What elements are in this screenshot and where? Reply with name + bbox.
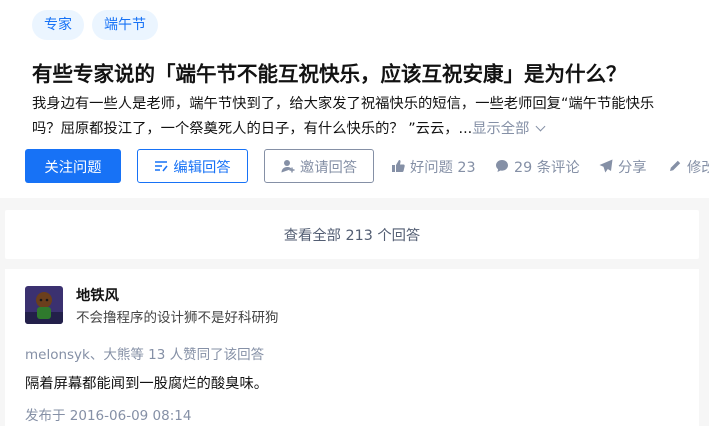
topic-tags: 专家 端午节	[32, 10, 158, 40]
show-all-button[interactable]: 显示全部	[472, 121, 546, 137]
pencil-icon	[668, 159, 682, 173]
topic-tag-dragon-boat[interactable]: 端午节	[92, 10, 158, 40]
question-detail-text: 吗？屈原都投江了，一个祭奠死人的日子，有什么快乐的？ ”云云，...	[32, 121, 473, 137]
question-header: 专家 端午节 有些专家说的「端午节不能互祝快乐，应该互祝安康」是为什么？ 我身边…	[0, 0, 709, 198]
edit-lines-icon	[154, 159, 168, 173]
answer-content: 隔着屏幕都能闻到一股腐烂的酸臭味。	[25, 376, 269, 392]
good-question-label: 好问题 23	[410, 159, 476, 176]
comments-button[interactable]: 29 条评论	[495, 149, 580, 183]
modify-question-label: 修改	[687, 159, 709, 176]
author-bio: 不会撸程序的设计狮不是好科研狗	[76, 310, 279, 326]
invite-answer-label: 邀请回答	[299, 159, 358, 176]
show-all-label: 显示全部	[472, 121, 530, 137]
question-detail-line-1: 我身边有一些人是老师，端午节快到了，给大家发了祝福快乐的短信，一些老师回复“端午…	[32, 96, 655, 112]
paper-plane-icon	[599, 159, 613, 173]
share-button[interactable]: 分享	[599, 149, 647, 183]
author-name[interactable]: 地铁风	[76, 284, 119, 305]
question-title: 有些专家说的「端午节不能互祝快乐，应该互祝安康」是为什么？	[32, 62, 627, 86]
chevron-down-icon	[535, 121, 546, 132]
answer-card: 地铁风 不会撸程序的设计狮不是好科研狗 melonsyk、大熊等 13 人赞同了…	[5, 269, 699, 426]
invite-answer-button[interactable]: 邀请回答	[264, 149, 374, 183]
avatar[interactable]	[25, 286, 63, 324]
topic-tag-expert[interactable]: 专家	[32, 10, 84, 40]
add-user-icon	[281, 159, 295, 173]
publish-time[interactable]: 发布于 2016-06-09 08:14	[25, 404, 191, 424]
good-question-button[interactable]: 好问题 23	[391, 149, 476, 183]
view-all-answers-button[interactable]: 查看全部 213 个回答	[5, 210, 699, 259]
follow-question-button[interactable]: 关注问题	[25, 149, 121, 183]
question-actions: 关注问题 编辑回答 邀请回答 好问题 23 29 条评论 分享 修改	[25, 149, 709, 183]
follow-question-label: 关注问题	[44, 159, 102, 176]
thumbs-up-icon	[391, 159, 405, 173]
modify-question-button[interactable]: 修改	[668, 149, 709, 183]
edit-answer-button[interactable]: 编辑回答	[137, 149, 248, 183]
view-all-answers-label: 查看全部 213 个回答	[283, 228, 421, 244]
comments-label: 29 条评论	[514, 159, 580, 176]
vote-summary: melonsyk、大熊等 13 人赞同了该回答	[25, 347, 265, 363]
question-detail-line-2: 吗？屈原都投江了，一个祭奠死人的日子，有什么快乐的？ ”云云，...显示全部	[32, 117, 709, 142]
edit-answer-label: 编辑回答	[173, 159, 231, 176]
question-detail: 我身边有一些人是老师，端午节快到了，给大家发了祝福快乐的短信，一些老师回复“端午…	[32, 92, 709, 142]
comment-bubble-icon	[495, 159, 509, 173]
share-label: 分享	[618, 159, 647, 176]
